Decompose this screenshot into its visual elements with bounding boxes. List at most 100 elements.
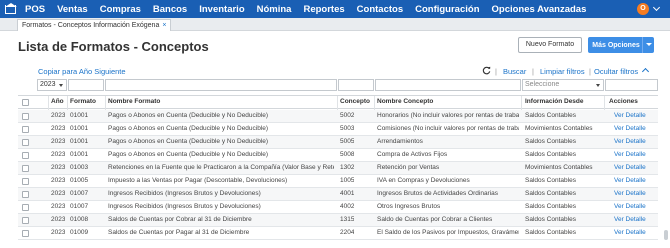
cell-formato: 01009: [70, 229, 89, 236]
chevron-down-icon[interactable]: [652, 3, 661, 12]
nav-item-nomina[interactable]: Nómina: [257, 4, 292, 15]
nav-item-bancos[interactable]: Bancos: [153, 4, 187, 15]
view-detail-link[interactable]: Ver Detalle: [614, 216, 646, 223]
table-row[interactable]: 2023 01001 Pagos o Abonos en Cuenta (Ded…: [18, 136, 658, 149]
row-checkbox[interactable]: [22, 126, 29, 133]
user-avatar[interactable]: O: [637, 3, 649, 15]
chevron-down-icon: [59, 84, 63, 87]
acciones-filter[interactable]: [605, 79, 658, 91]
header-concepto[interactable]: Concepto: [340, 98, 370, 105]
year-filter-value: 2023: [40, 81, 56, 88]
cell-nombre-concepto: Retención por Ventas: [377, 164, 440, 171]
formato-filter[interactable]: [68, 79, 104, 91]
table-row[interactable]: 2023 01007 Ingresos Recibidos (Ingresos …: [18, 201, 658, 214]
cell-nombre-concepto: Otros Ingresos Brutos: [377, 203, 441, 210]
chevron-up-icon[interactable]: [641, 67, 650, 76]
nav-item-reportes[interactable]: Reportes: [303, 4, 344, 15]
row-checkbox[interactable]: [22, 191, 29, 198]
cell-nombre-formato: Ingresos Recibidos (Ingresos Brutos y De…: [108, 203, 261, 210]
page-title: Lista de Formatos - Conceptos: [18, 39, 209, 54]
chevron-down-icon: [596, 84, 600, 87]
separator: |: [495, 67, 497, 76]
table-row[interactable]: 2023 01007 Ingresos Recibidos (Ingresos …: [18, 188, 658, 201]
cell-year: 2023: [51, 190, 66, 197]
nav-item-inventario[interactable]: Inventario: [199, 4, 244, 15]
nav-item-configuracion[interactable]: Configuración: [415, 4, 479, 15]
row-checkbox[interactable]: [22, 217, 29, 224]
year-filter[interactable]: 2023: [37, 79, 67, 91]
informacion-desde-filter[interactable]: Seleccione: [522, 79, 604, 91]
cell-informacion-desde: Saldos Contables: [525, 203, 576, 210]
row-checkbox[interactable]: [22, 204, 29, 211]
table-row[interactable]: 2023 01009 Saldos de Cuentas por Pagar a…: [18, 227, 658, 240]
nav-item-opciones-avanzadas[interactable]: Opciones Avanzadas: [492, 4, 587, 15]
cell-year: 2023: [51, 125, 66, 132]
more-options-label: Más Opciones: [592, 41, 640, 49]
cell-formato: 01001: [70, 125, 89, 132]
nav-item-pos[interactable]: POS: [25, 4, 45, 15]
cell-concepto: 4001: [340, 190, 355, 197]
select-all-checkbox[interactable]: [22, 99, 29, 106]
cell-nombre-concepto: Ingresos Brutos de Actividades Ordinaria…: [377, 190, 499, 197]
header-nombre-concepto[interactable]: Nombre Concepto: [377, 98, 433, 105]
row-checkbox[interactable]: [22, 152, 29, 159]
cell-informacion-desde: Saldos Contables: [525, 112, 576, 119]
more-options-button[interactable]: Más Opciones: [588, 37, 654, 53]
view-detail-link[interactable]: Ver Detalle: [614, 229, 646, 236]
refresh-icon[interactable]: [482, 66, 491, 75]
clear-filters-link[interactable]: Limpiar filtros: [540, 67, 585, 76]
view-detail-link[interactable]: Ver Detalle: [614, 125, 646, 132]
cell-concepto: 5003: [340, 125, 355, 132]
tab-label: Formatos - Conceptos Información Exógena: [22, 22, 160, 29]
cell-informacion-desde: Movimientos Contables: [525, 125, 593, 132]
column-divider: [374, 96, 375, 110]
header-formato[interactable]: Formato: [70, 98, 96, 105]
top-nav: POS Ventas Compras Bancos Inventario Nóm…: [0, 0, 670, 18]
cell-informacion-desde: Saldos Contables: [525, 177, 576, 184]
view-detail-link[interactable]: Ver Detalle: [614, 138, 646, 145]
nav-item-compras[interactable]: Compras: [100, 4, 141, 15]
cell-informacion-desde: Saldos Contables: [525, 190, 576, 197]
close-icon[interactable]: ×: [162, 22, 166, 29]
nombre-formato-filter[interactable]: [105, 79, 337, 91]
nav-item-ventas[interactable]: Ventas: [57, 4, 88, 15]
view-detail-link[interactable]: Ver Detalle: [614, 151, 646, 158]
view-detail-link[interactable]: Ver Detalle: [614, 203, 646, 210]
header-nombre-formato[interactable]: Nombre Formato: [108, 98, 160, 105]
copy-next-year-link[interactable]: Copiar para Año Siguiente: [38, 67, 126, 76]
nav-item-contactos[interactable]: Contactos: [357, 4, 403, 15]
column-divider: [337, 96, 338, 110]
separator: |: [532, 67, 534, 76]
row-checkbox[interactable]: [22, 178, 29, 185]
cell-nombre-concepto: IVA en Compras y Devoluciones: [377, 177, 470, 184]
row-checkbox[interactable]: [22, 113, 29, 120]
header-informacion-desde[interactable]: Información Desde: [525, 98, 584, 105]
table-row[interactable]: 2023 01001 Pagos o Abonos en Cuenta (Ded…: [18, 123, 658, 136]
view-detail-link[interactable]: Ver Detalle: [614, 164, 646, 171]
chevron-down-icon[interactable]: [642, 37, 654, 53]
cell-nombre-concepto: Honorarios (No incluir valores por renta…: [377, 112, 519, 119]
new-format-button[interactable]: Nuevo Formato: [518, 37, 582, 53]
row-checkbox[interactable]: [22, 139, 29, 146]
row-checkbox[interactable]: [22, 230, 29, 237]
hide-filters-link[interactable]: Ocultar filtros: [594, 67, 638, 76]
concepto-filter[interactable]: [338, 79, 374, 91]
informacion-desde-placeholder: Seleccione: [525, 81, 560, 88]
nombre-concepto-filter[interactable]: [375, 79, 521, 91]
search-link[interactable]: Buscar: [503, 67, 526, 76]
table-row[interactable]: 2023 01003 Retenciones en la Fuente que …: [18, 162, 658, 175]
cell-nombre-concepto: El Saldo de los Pasivos por Impuestos, G…: [377, 229, 519, 236]
table-row[interactable]: 2023 01008 Saldos de Cuentas por Cobrar …: [18, 214, 658, 227]
vertical-scrollbar[interactable]: [664, 230, 668, 240]
view-detail-link[interactable]: Ver Detalle: [614, 177, 646, 184]
row-checkbox[interactable]: [22, 165, 29, 172]
cell-concepto: 4002: [340, 203, 355, 210]
home-icon[interactable]: [3, 2, 17, 16]
view-detail-link[interactable]: Ver Detalle: [614, 112, 646, 119]
view-detail-link[interactable]: Ver Detalle: [614, 190, 646, 197]
table-row[interactable]: 2023 01001 Pagos o Abonos en Cuenta (Ded…: [18, 149, 658, 162]
table-row[interactable]: 2023 01001 Pagos o Abonos en Cuenta (Ded…: [18, 110, 658, 123]
tab-formatos-conceptos[interactable]: Formatos - Conceptos Información Exógena…: [17, 19, 172, 31]
table-row[interactable]: 2023 01005 Impuesto a las Ventas por Pag…: [18, 175, 658, 188]
header-year[interactable]: Año: [51, 98, 64, 105]
